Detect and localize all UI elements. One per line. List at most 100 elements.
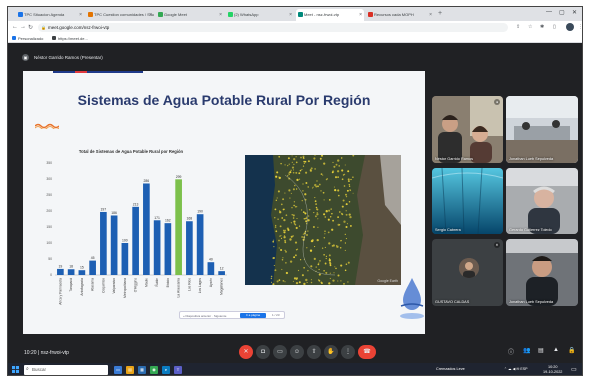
map-point — [317, 263, 320, 266]
map-point — [332, 244, 335, 247]
taskbar-search-field[interactable]: ⌕ Buscar — [24, 365, 108, 375]
browser-tab[interactable]: Meet - nsz-frwoi-vtp × — [296, 9, 364, 21]
info-icon[interactable]: ⓘ — [508, 347, 514, 356]
browser-tab[interactable]: (2) WhatsApp × — [226, 9, 294, 21]
map-point — [320, 173, 323, 175]
map-point — [314, 168, 316, 170]
task-view-icon[interactable]: ▭ — [114, 366, 122, 374]
bookmark-item[interactable]: https://meet.de... — [52, 36, 88, 41]
reload-icon[interactable]: ↻ — [28, 24, 33, 31]
tab-close-icon[interactable]: × — [289, 12, 292, 18]
edge-icon[interactable]: e — [162, 366, 170, 374]
slide-nav-text: « Diapositiva anterior · Siguiente — [183, 314, 227, 318]
slide-navigation[interactable]: « Diapositiva anterior · Siguiente Ir a … — [179, 311, 285, 319]
map-point — [305, 171, 308, 174]
map-point — [280, 248, 283, 252]
participant-tile[interactable]: ✕ GUSTAVO CALDAS — [432, 239, 503, 306]
map-point — [331, 212, 333, 215]
map-point — [340, 264, 343, 267]
chart-bar — [110, 215, 118, 275]
notifications-icon[interactable]: ▭ — [571, 366, 577, 373]
minimize-button[interactable]: — — [546, 9, 552, 15]
bar-value-label: 213 — [133, 202, 139, 206]
map-point — [285, 262, 287, 264]
map-point — [343, 185, 346, 187]
store-icon[interactable]: ▦ — [138, 366, 146, 374]
browser-tab[interactable]: TPC Situacion Agenda × — [16, 9, 84, 21]
activities-icon[interactable]: ▲ — [553, 347, 559, 353]
browser-tab[interactable]: TPC Cuestion comunidades / Situacion..× — [86, 9, 154, 21]
map-point — [317, 185, 319, 188]
chart-bar — [186, 221, 193, 275]
taskbar-clock[interactable]: 10:20 19-10-2022 — [543, 365, 562, 375]
teams-icon[interactable]: T — [174, 366, 182, 374]
map-point — [296, 217, 298, 220]
profile-avatar[interactable] — [566, 23, 574, 31]
y-tick-label: 100 — [46, 241, 52, 245]
chrome-icon[interactable]: ◉ — [150, 366, 158, 374]
map-point — [318, 262, 320, 264]
participant-tile[interactable]: Sergio Cabrera — [432, 168, 503, 234]
map-point — [325, 178, 328, 181]
new-tab-button[interactable]: + — [438, 10, 442, 17]
tab-close-icon[interactable]: × — [219, 12, 222, 18]
participant-tile[interactable]: Gerardo Gutierrez Toledo — [506, 168, 578, 234]
people-icon[interactable]: 👥 — [523, 347, 530, 354]
more-icon[interactable]: ⋮ — [341, 345, 355, 359]
map-point — [317, 218, 319, 220]
chart-bar — [67, 269, 75, 275]
browser-tab[interactable]: Recursos cada MOPH × — [366, 9, 434, 21]
extensions-icon[interactable]: ✱ — [540, 24, 544, 30]
tab-close-icon[interactable]: × — [149, 12, 152, 18]
captions-icon[interactable]: ▭ — [273, 345, 287, 359]
participant-video — [432, 168, 503, 234]
map-point — [318, 183, 321, 186]
hand-icon[interactable]: ✋ — [324, 345, 338, 359]
sidebar-icon[interactable]: ▯ — [553, 24, 556, 30]
bookmark-star-icon[interactable]: ☆ — [528, 24, 532, 30]
x-tick-label: Los Lagos — [198, 278, 202, 294]
map-point — [270, 281, 273, 283]
forward-icon[interactable]: → — [20, 24, 26, 30]
browser-tab[interactable]: Google Meet × — [156, 9, 224, 21]
map-point — [318, 268, 320, 271]
map-point — [305, 220, 308, 223]
map-point — [299, 178, 301, 180]
map-point — [298, 225, 301, 227]
share-icon[interactable]: ⇪ — [516, 24, 520, 30]
maximize-button[interactable]: ▢ — [559, 9, 565, 16]
url-field[interactable]: 🔒 meet.google.com/nsz-frwoi-vtp — [38, 23, 508, 32]
map-point — [335, 163, 338, 166]
map-point — [322, 174, 324, 176]
chat-icon[interactable]: ▤ — [538, 347, 544, 354]
bar-chart: Total de Sistemas de Agua Potable Rural … — [46, 149, 227, 305]
bookmark-item[interactable]: Personalizado — [12, 36, 43, 41]
menu-icon[interactable]: ⋮ — [578, 24, 582, 30]
camera-icon[interactable]: ◘ — [256, 345, 270, 359]
map-point — [310, 279, 312, 281]
map-point — [324, 230, 326, 233]
system-tray[interactable]: ⌃ ☁ ◀ ✉ ESP — [504, 367, 528, 371]
participant-tile[interactable]: Jonathan Lueb Sepulveda — [506, 96, 578, 163]
slide-nav-goto-button[interactable]: Ir a página — [240, 313, 266, 318]
present-icon[interactable]: ⇧ — [307, 345, 321, 359]
windows-start-icon[interactable] — [12, 366, 19, 373]
back-icon[interactable]: ← — [12, 24, 18, 30]
weather-widget[interactable]: Cremzados Leve — [436, 367, 465, 371]
participant-tile[interactable]: ● Néstor Garrido Ramos — [432, 96, 503, 163]
map-point — [330, 208, 332, 210]
mic-off-icon[interactable]: ✕ — [239, 345, 253, 359]
tab-close-icon[interactable]: × — [79, 12, 82, 18]
map-point — [287, 229, 290, 231]
map-point — [276, 197, 278, 199]
tab-close-icon[interactable]: × — [429, 12, 432, 18]
emoji-icon[interactable]: ☺ — [290, 345, 304, 359]
participant-tile[interactable]: Jonathan Lueb Sepulveda — [506, 239, 578, 306]
hangup-icon[interactable]: ☎ — [358, 345, 376, 359]
explorer-icon[interactable]: ▤ — [126, 366, 134, 374]
x-tick-label: Los Ríos — [187, 278, 191, 291]
address-bar-row: ← → ↻ 🔒 meet.google.com/nsz-frwoi-vtp ⇪ … — [8, 21, 582, 34]
tab-close-icon[interactable]: × — [359, 12, 362, 18]
close-window-button[interactable]: ✕ — [572, 9, 577, 16]
lock-icon[interactable]: 🔒 — [568, 347, 575, 354]
